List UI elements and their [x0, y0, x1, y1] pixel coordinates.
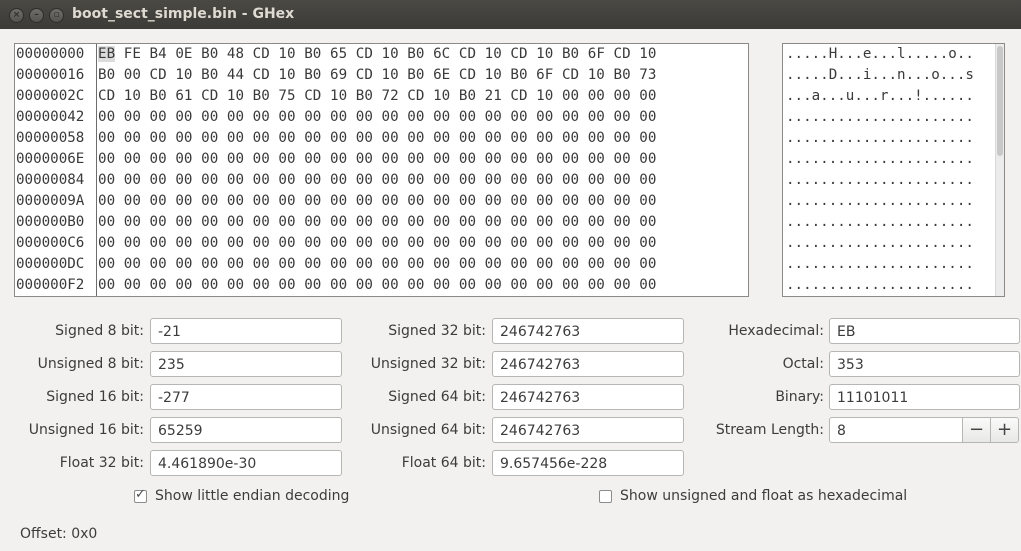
ascii-row[interactable]: ...................... [786, 212, 974, 233]
ascii-row[interactable]: ...................... [786, 107, 974, 128]
minimize-window-button[interactable]: – [29, 8, 44, 23]
signed-8-label: Signed 8 bit: [55, 323, 144, 339]
signed-16-label: Signed 16 bit: [46, 389, 144, 405]
float-64-field[interactable]: 9.657456e-228 [492, 450, 684, 476]
float-64-label: Float 64 bit: [401, 455, 486, 471]
unsigned-32-label: Unsigned 32 bit: [370, 356, 486, 372]
offset-label: 00000084 [16, 172, 85, 188]
offset-label: 00000058 [16, 130, 85, 146]
signed-64-label: Signed 64 bit: [388, 389, 486, 405]
hexadecimal-field[interactable]: EB [829, 318, 1020, 344]
ascii-text[interactable]: .....H...e...l.....o.. .....D...i...n...… [786, 44, 974, 296]
hex-row[interactable]: B0 00 CD 10 B0 44 CD 10 B0 69 CD 10 B0 6… [98, 65, 656, 86]
octal-label: Octal: [782, 356, 824, 372]
offset-label: 0000002C [16, 88, 85, 104]
offset-label: 00000016 [16, 67, 85, 83]
offset-label: 000000F2 [16, 277, 85, 293]
hex-row[interactable]: 00 00 00 00 00 00 00 00 00 00 00 00 00 0… [98, 149, 656, 170]
title-bar: × – ▫ boot_sect_simple.bin - GHex [0, 0, 1021, 29]
octal-field[interactable]: 353 [829, 351, 1020, 377]
unsigned-16-label: Unsigned 16 bit: [28, 422, 144, 438]
hex-row[interactable]: 00 00 00 00 00 00 00 00 00 00 00 00 00 0… [98, 107, 656, 128]
hex-view[interactable]: 00000000 00000016 0000002C 00000042 0000… [14, 43, 749, 297]
unsigned-64-field[interactable]: 246742763 [492, 417, 684, 443]
ascii-row[interactable]: ...................... [786, 233, 974, 254]
ascii-row[interactable]: ...................... [786, 128, 974, 149]
binary-field[interactable]: 11101011 [829, 384, 1020, 410]
hex-row-rest[interactable]: FE B4 0E B0 48 CD 10 B0 65 CD 10 B0 6C C… [115, 46, 657, 62]
signed-32-label: Signed 32 bit: [388, 323, 486, 339]
ascii-row[interactable]: .....H...e...l.....o.. [786, 44, 974, 65]
stream-length-decrease-button[interactable]: − [962, 417, 991, 443]
offset-separator [96, 44, 97, 296]
close-window-button[interactable]: × [9, 8, 24, 23]
ascii-row[interactable]: ...................... [786, 275, 974, 296]
ascii-row[interactable]: ...................... [786, 191, 974, 212]
ascii-row[interactable]: ...................... [786, 254, 974, 275]
unsigned-hex-checkbox[interactable] [599, 490, 612, 503]
ascii-row[interactable]: ...a...u...r...!...... [786, 86, 974, 107]
signed-16-field[interactable]: -277 [150, 384, 342, 410]
hex-row[interactable]: 00 00 00 00 00 00 00 00 00 00 00 00 00 0… [98, 170, 656, 191]
hex-row[interactable]: 00 00 00 00 00 00 00 00 00 00 00 00 00 0… [98, 233, 656, 254]
hex-row[interactable]: CD 10 B0 61 CD 10 B0 75 CD 10 B0 72 CD 1… [98, 86, 656, 107]
hex-row[interactable]: 00 00 00 00 00 00 00 00 00 00 00 00 00 0… [98, 128, 656, 149]
ascii-view[interactable]: .....H...e...l.....o.. .....D...i...n...… [782, 43, 1005, 297]
hex-bytes[interactable]: EB FE B4 0E B0 48 CD 10 B0 65 CD 10 B0 6… [98, 44, 656, 296]
stream-length-field[interactable]: 8 [829, 417, 963, 443]
hex-row[interactable]: 00 00 00 00 00 00 00 00 00 00 00 00 00 0… [98, 275, 656, 296]
float-32-field[interactable]: 4.461890e-30 [150, 450, 342, 476]
unsigned-8-label: Unsigned 8 bit: [37, 356, 144, 372]
binary-label: Binary: [775, 389, 824, 405]
offset-column: 00000000 00000016 0000002C 00000042 0000… [15, 44, 96, 296]
stream-length-increase-button[interactable]: + [990, 417, 1019, 443]
stream-length-label: Stream Length: [715, 422, 824, 438]
hex-row[interactable]: 00 00 00 00 00 00 00 00 00 00 00 00 00 0… [98, 191, 656, 212]
offset-label: 0000006E [16, 151, 85, 167]
offset-label: 000000B0 [16, 214, 85, 230]
maximize-window-button[interactable]: ▫ [49, 8, 64, 23]
offset-status: Offset: 0x0 [20, 526, 98, 542]
signed-64-field[interactable]: 246742763 [492, 384, 684, 410]
little-endian-checkbox[interactable] [134, 487, 147, 503]
unsigned-hex-label[interactable]: Show unsigned and float as hexadecimal [620, 488, 907, 504]
little-endian-label[interactable]: Show little endian decoding [155, 488, 349, 504]
float-32-label: Float 32 bit: [59, 455, 144, 471]
ascii-row[interactable]: ...................... [786, 149, 974, 170]
signed-32-field[interactable]: 246742763 [492, 318, 684, 344]
unsigned-32-field[interactable]: 246742763 [492, 351, 684, 377]
ascii-row[interactable]: ...................... [786, 170, 974, 191]
signed-8-field[interactable]: -21 [150, 318, 342, 344]
hex-row[interactable]: 00 00 00 00 00 00 00 00 00 00 00 00 00 0… [98, 212, 656, 233]
hex-row[interactable]: EB FE B4 0E B0 48 CD 10 B0 65 CD 10 B0 6… [98, 44, 656, 65]
vertical-scrollbar[interactable] [995, 44, 1004, 296]
hexadecimal-label: Hexadecimal: [728, 323, 824, 339]
hex-row[interactable]: 00 00 00 00 00 00 00 00 00 00 00 00 00 0… [98, 254, 656, 275]
unsigned-8-field[interactable]: 235 [150, 351, 342, 377]
cursor-byte[interactable]: EB [98, 46, 116, 62]
scrollbar-thumb[interactable] [997, 46, 1003, 156]
ascii-row[interactable]: .....D...i...n...o...s [786, 65, 974, 86]
offset-label: 00000000 [16, 46, 85, 62]
unsigned-64-label: Unsigned 64 bit: [370, 422, 486, 438]
offset-label: 0000009A [16, 193, 85, 209]
offset-label: 000000DC [16, 256, 85, 272]
window-title: boot_sect_simple.bin - GHex [72, 6, 295, 22]
unsigned-16-field[interactable]: 65259 [150, 417, 342, 443]
offset-label: 000000C6 [16, 235, 85, 251]
offset-label: 00000042 [16, 109, 85, 125]
